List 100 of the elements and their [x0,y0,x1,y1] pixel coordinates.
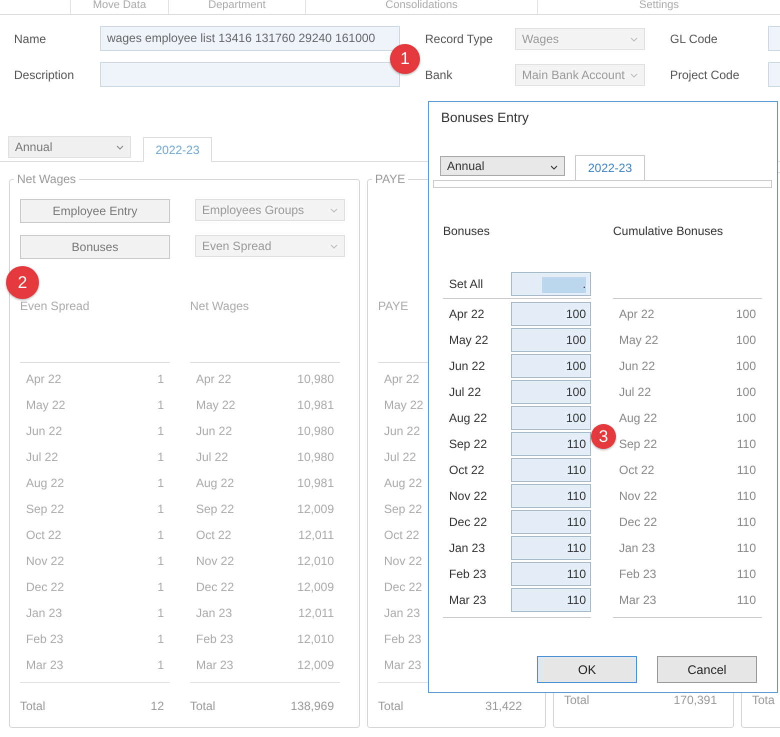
amount: 10,981 [297,476,334,490]
month-label: Apr 22 [196,372,232,386]
month-label: Sep 22 [449,437,488,451]
month-label: Apr 22 [384,372,420,386]
month-label: May 22 [26,398,66,412]
month-label: Jul 22 [619,385,652,399]
amount: 110 [736,593,756,607]
month-label: Mar 23 [26,658,64,672]
month-label: May 22 [384,398,424,412]
total-amount: 12 [150,699,164,713]
set-all-label: Set All [449,277,484,291]
bonus-field[interactable]: 100 [511,354,591,378]
month-label: Jun 22 [196,424,232,438]
amount: 1 [157,580,164,594]
column-header: Bonuses [443,224,490,238]
period-select[interactable]: Annual [8,136,131,158]
description-field[interactable] [100,62,400,87]
amount: 10,980 [297,450,334,464]
bonus-field[interactable]: 110 [511,536,591,560]
month-label: Feb 23 [384,632,422,646]
period-select[interactable]: Annual [440,156,565,176]
month-label: Aug 22 [619,411,658,425]
month-label: Mar 23 [449,593,486,607]
month-label: Apr 22 [619,307,654,321]
name-field[interactable]: wages employee list 13416 131760 29240 161000 [100,26,400,51]
amount: 1 [157,632,164,646]
amount: 1 [157,502,164,516]
set-all-field[interactable]: . [511,272,591,296]
amount: 12,011 [298,606,334,620]
bonus-field[interactable]: 110 [511,588,591,612]
month-label: Sep 22 [196,502,234,516]
cancel-button[interactable]: Cancel [657,656,757,683]
total-label: Total [20,699,46,713]
month-label: Apr 22 [449,307,484,321]
month-label: Sep 22 [619,437,658,451]
amount: 1 [157,606,164,620]
amount: 110 [736,489,756,503]
step-badge: 2 [6,266,39,299]
month-label: Jul 22 [449,385,482,399]
amount: 12,009 [297,658,334,672]
month-label: Feb 23 [196,632,234,646]
amount: 100 [736,385,756,399]
ok-button[interactable]: OK [537,656,637,683]
month-label: Oct 22 [619,463,654,477]
month-label: Dec 22 [449,515,488,529]
month-label: Dec 22 [384,580,422,594]
bonus-field[interactable]: 110 [511,484,591,508]
panel-title: PAYE [374,172,406,186]
total-amount: 170,391 [674,693,717,707]
month-label: May 22 [196,398,236,412]
amount: 1 [157,450,164,464]
panel-title: Net Wages [16,172,77,186]
month-label: Jan 23 [26,606,62,620]
amount: 1 [157,476,164,490]
bonus-field[interactable]: 110 [511,510,591,534]
month-label: Dec 22 [196,580,234,594]
amount: 110 [736,541,756,555]
month-label: Sep 22 [26,502,64,516]
amount: 12,010 [297,632,334,646]
bonus-field[interactable]: 110 [511,432,591,456]
amount: 110 [736,567,756,581]
total-amount: 31,422 [485,699,522,713]
amount: 100 [736,307,756,321]
field-label: Project Code [670,68,740,82]
amount: 100 [736,411,756,425]
month-label: Feb 23 [449,567,486,581]
amount: 1 [157,554,164,568]
field-label: Record Type [425,32,494,46]
column-header: Net Wages [190,299,249,313]
bonus-field[interactable]: 100 [511,302,591,326]
bonus-field[interactable]: 100 [511,328,591,352]
total-amount: 138,969 [290,699,334,713]
month-label: Apr 22 [26,372,62,386]
month-label: Nov 22 [26,554,64,568]
column-header: PAYE [378,299,408,313]
month-label: Jul 22 [196,450,228,464]
month-label: Oct 22 [384,528,420,542]
month-label: Oct 22 [196,528,232,542]
field-label: Name [14,32,48,46]
month-label: Jul 22 [384,450,416,464]
amount: 10,980 [297,372,334,386]
amount: 1 [157,372,164,386]
amount: 12,009 [297,502,334,516]
amount: 1 [157,398,164,412]
action-button[interactable]: Bonuses [20,235,170,259]
month-label: Jun 22 [384,424,420,438]
bonus-field[interactable]: 100 [511,406,591,430]
month-label: Nov 22 [384,554,422,568]
month-label: Jun 22 [449,359,486,373]
bonus-field[interactable]: 100 [511,380,591,404]
amount: 1 [157,528,164,542]
month-label: Aug 22 [26,476,64,490]
month-label: Feb 23 [26,632,64,646]
month-label: Jun 22 [619,359,656,373]
bonus-field[interactable]: 110 [511,562,591,586]
bonus-field[interactable]: 110 [511,458,591,482]
month-label: Aug 22 [384,476,422,490]
chevron-down-icon [330,208,338,213]
action-button[interactable]: Employee Entry [20,199,170,223]
month-label: Nov 22 [619,489,658,503]
